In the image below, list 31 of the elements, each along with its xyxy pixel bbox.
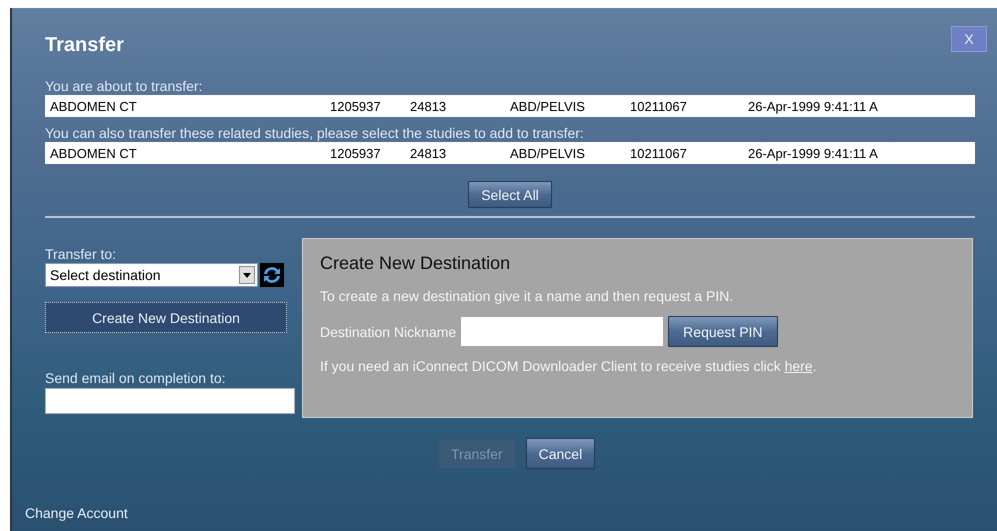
close-button[interactable]: X — [951, 26, 987, 52]
transfer-to-label: Transfer to: — [45, 246, 116, 262]
panel-title: Create New Destination — [320, 253, 510, 274]
study-row[interactable]: ABDOMEN CT 1205937 24813 ABD/PELVIS 10211067 26-Apr-1999 9:41:11 A — [45, 142, 975, 164]
dialog-button[interactable]: Cancel — [526, 438, 596, 469]
nickname-field[interactable] — [461, 317, 664, 346]
study-date: 26-Apr-1999 9:41:11 A — [748, 98, 878, 114]
study-number: 1205937 — [330, 98, 381, 114]
change-account-link[interactable]: Change Account — [25, 505, 128, 521]
help-text: If you need an iConnect DICOM Downloader Client to receive studies click here. — [320, 358, 816, 374]
email-field[interactable] — [45, 388, 295, 414]
select-all-button[interactable]: Select All — [468, 181, 552, 208]
dialog-title: Transfer — [45, 33, 124, 58]
destination-dropdown[interactable]: Select destination — [45, 263, 258, 287]
study-number: 1205937 — [330, 146, 381, 160]
study-number: 24813 — [410, 146, 446, 160]
study-number: 24813 — [410, 98, 446, 114]
create-destination-button[interactable]: Create New Destination — [45, 302, 287, 333]
study-description: ABDOMEN CT — [50, 146, 137, 160]
body-part: ABD/PELVIS — [510, 146, 585, 160]
study-description: ABDOMEN CT — [50, 98, 137, 114]
nickname-label: Destination Nickname — [320, 324, 456, 340]
section-label: You are about to transfer: — [45, 78, 202, 94]
study-number: 10211067 — [630, 146, 687, 160]
request-pin-button[interactable]: Request PIN — [668, 316, 778, 347]
study-number: 10211067 — [630, 98, 687, 114]
instruction-text: To create a new destination give it a name and then request a PIN. — [320, 288, 734, 304]
section-label: You can also transfer these related studies, please select the studies to add to transfer: — [45, 125, 584, 141]
email-label: Send email on completion to: — [45, 370, 226, 386]
study-date: 26-Apr-1999 9:41:11 A — [748, 146, 878, 160]
body-part: ABD/PELVIS — [510, 98, 585, 114]
